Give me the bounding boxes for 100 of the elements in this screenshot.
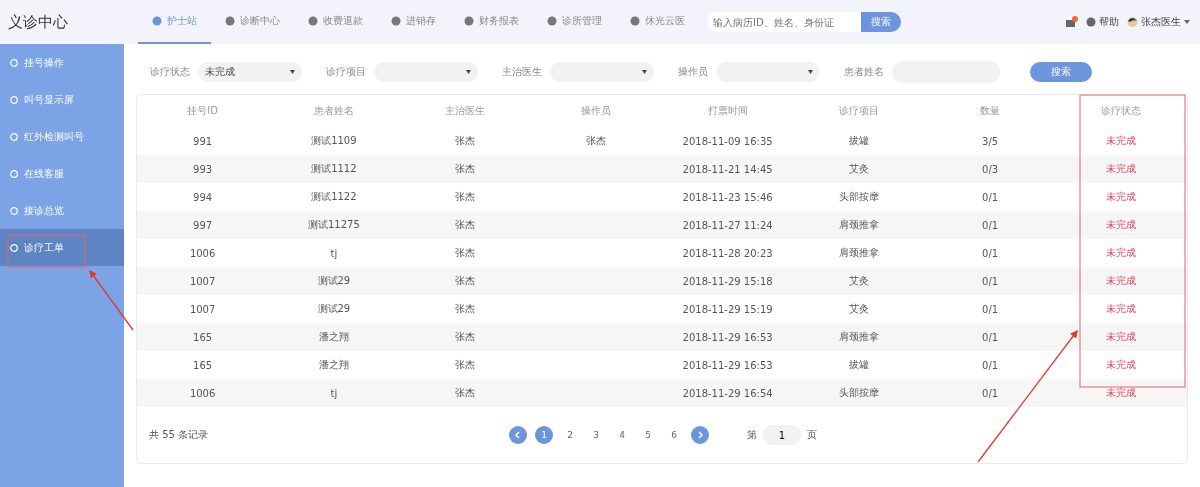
table-cell: 测试1122 [311, 191, 357, 202]
avatar-icon [1127, 16, 1138, 28]
column-header: 诊疗状态 [1100, 104, 1143, 118]
table-cell: 艾灸 [848, 303, 869, 314]
table-cell: 张杰 [455, 135, 476, 146]
nav-tab[interactable]: 诊所管理 [533, 0, 616, 44]
menu-item-icon [10, 169, 18, 178]
table-cell: 993 [193, 163, 213, 175]
nav-tab[interactable]: 诊断中心 [211, 0, 294, 44]
table-cell: 0/1 [982, 219, 999, 231]
search-button[interactable]: 搜索 [861, 12, 901, 32]
table-cell: 1007 [189, 303, 216, 315]
table-cell: tj [330, 387, 338, 399]
column-header: 操作员 [580, 104, 613, 118]
column-header: 数量 [979, 104, 1002, 118]
goto-label: 第 [747, 428, 757, 442]
help-icon[interactable] [1086, 17, 1096, 27]
status-text: 未完成 [1106, 275, 1137, 286]
table-cell: 艾灸 [848, 163, 869, 174]
nav-tab[interactable]: 财务报表 [450, 0, 533, 44]
sidebar-item[interactable]: 接诊总览 [0, 192, 124, 229]
sidebar-item[interactable]: 叫号显示屏 [0, 81, 124, 118]
sidebar-item[interactable]: 挂号操作 [0, 44, 124, 81]
table-cell: 张杰 [455, 275, 476, 286]
table-cell: 0/3 [982, 163, 999, 175]
table-cell: 头部按摩 [838, 191, 879, 202]
table-cell: 拔罐 [848, 359, 869, 370]
table-cell: 2018-11-29 16:54 [682, 387, 773, 399]
table-cell: 肩颈推拿 [838, 247, 879, 258]
table-cell: 张杰 [455, 387, 476, 398]
table-cell: 1006 [189, 387, 216, 399]
sidebar-item[interactable]: 红外检测叫号 [0, 118, 124, 155]
nav-icon [464, 16, 474, 26]
goto-label: 页 [807, 428, 817, 442]
menu-item-icon [10, 132, 18, 141]
help-link[interactable]: 帮助 [1099, 15, 1119, 29]
filter-select[interactable]: 未完成 [198, 62, 302, 82]
page-field[interactable]: 1 [763, 425, 801, 445]
chevron-right-icon [696, 431, 704, 439]
table-cell: 2018-11-29 15:19 [682, 303, 773, 315]
table-cell: 0/1 [982, 331, 999, 343]
table-cell: 0/1 [982, 275, 999, 287]
page-button[interactable]: 6 [665, 426, 683, 444]
column-header: 挂号ID [186, 104, 219, 118]
caret-icon [466, 70, 471, 74]
column-header: 患者姓名 [312, 104, 355, 118]
page-button[interactable]: 2 [561, 426, 579, 444]
search-field[interactable]: 输入病历ID、姓名、身份证 [707, 12, 861, 32]
menu-item-icon [10, 243, 18, 252]
table-cell: 2018-11-21 14:45 [682, 163, 773, 175]
sidebar-item[interactable]: 在线客服 [0, 155, 124, 192]
table-cell: 张杰 [455, 359, 476, 370]
table-cell: 测试1112 [311, 163, 357, 174]
caret-icon[interactable] [1184, 20, 1190, 24]
nav-tab[interactable]: 进销存 [377, 0, 450, 44]
prev-page-button[interactable] [509, 426, 527, 444]
sidebar-item[interactable]: 诊疗工单 [0, 229, 124, 266]
user-name[interactable]: 张杰医生 [1141, 15, 1181, 29]
table-cell: 潘之翔 [318, 359, 349, 370]
nav-tab[interactable]: 护士站 [138, 0, 211, 44]
table-cell: 张杰 [586, 135, 607, 146]
filter-label: 诊疗项目 [326, 65, 366, 79]
page-button[interactable]: 4 [613, 426, 631, 444]
nav-icon [630, 16, 640, 26]
table-cell: 1006 [189, 247, 216, 259]
next-page-button[interactable] [691, 426, 709, 444]
table-cell: 张杰 [455, 219, 476, 230]
nav-icon [391, 16, 401, 26]
page-button[interactable]: 3 [587, 426, 605, 444]
nav-tab[interactable]: 收费退款 [294, 0, 377, 44]
table-cell: 0/1 [982, 303, 999, 315]
table-cell: 张杰 [455, 163, 476, 174]
table-cell: 潘之翔 [318, 331, 349, 342]
page-button[interactable]: 1 [535, 426, 553, 444]
table-cell: 3/5 [982, 135, 999, 147]
menu-item-icon [10, 206, 18, 215]
status-text: 未完成 [1106, 303, 1137, 314]
table-cell: 测试29 [317, 275, 351, 286]
status-text: 未完成 [1106, 387, 1137, 398]
table-cell: 测试29 [317, 303, 351, 314]
table-cell: tj [330, 247, 338, 259]
filter-label: 患者姓名 [844, 65, 884, 79]
table-cell: 997 [193, 219, 213, 231]
table-cell: 2018-11-29 16:53 [682, 331, 773, 343]
nav-icon [152, 16, 162, 26]
message-icon[interactable] [1066, 16, 1078, 28]
search-button[interactable]: 搜索 [1030, 62, 1092, 82]
status-text: 未完成 [1106, 191, 1137, 202]
table-cell: 991 [193, 135, 213, 147]
table-cell: 张杰 [455, 331, 476, 342]
table-cell: 张杰 [455, 247, 476, 258]
page-button[interactable]: 5 [639, 426, 657, 444]
table-cell: 肩颈推拿 [838, 331, 879, 342]
filter-label: 诊疗状态 [150, 65, 190, 79]
table-cell: 拔罐 [848, 135, 869, 146]
status-text: 未完成 [1106, 359, 1137, 370]
nav-tab[interactable]: 休光云医 [616, 0, 699, 44]
record-count: 共 55 条记录 [149, 428, 210, 442]
nav-icon [225, 16, 235, 26]
nav-icon [547, 16, 557, 26]
